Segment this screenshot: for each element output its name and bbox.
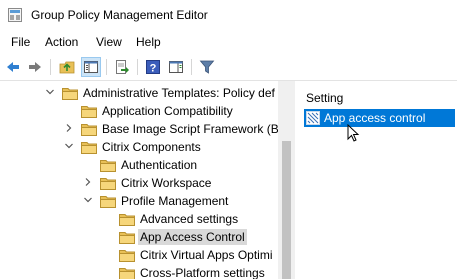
tree-item[interactable]: Application Compatibility xyxy=(0,102,293,120)
properties-pane-icon xyxy=(169,61,183,73)
show-hide-tree-icon xyxy=(84,61,98,73)
scrollbar-thumb[interactable] xyxy=(282,141,291,279)
setting-row-selected[interactable]: App access control xyxy=(304,109,455,127)
filter-button[interactable] xyxy=(197,57,217,77)
tree-item[interactable]: Administrative Templates: Policy def xyxy=(0,84,293,102)
tree-item[interactable]: Advanced settings xyxy=(0,210,293,228)
tree-item-label: App Access Control xyxy=(138,229,247,245)
chevron-down-icon[interactable] xyxy=(83,195,93,205)
tree-item-label: Authentication xyxy=(121,158,198,172)
folder-icon xyxy=(119,250,135,262)
folder-icon xyxy=(100,178,116,190)
export-list-icon xyxy=(116,60,129,74)
folder-icon xyxy=(62,88,78,100)
console-tree[interactable]: Administrative Templates: Policy def App… xyxy=(0,81,294,279)
chevron-down-icon[interactable] xyxy=(45,87,55,97)
chevron-right-icon[interactable] xyxy=(83,177,93,187)
svg-text:?: ? xyxy=(150,63,157,75)
column-header-setting[interactable]: Setting xyxy=(306,91,343,105)
settings-list-pane: Setting App access control xyxy=(298,81,457,279)
tree-item[interactable]: Citrix Virtual Apps Optimi xyxy=(0,246,293,264)
folder-icon xyxy=(81,142,97,154)
properties-pane-button[interactable] xyxy=(166,57,186,77)
tree-item[interactable]: Authentication xyxy=(0,156,293,174)
folder-icon xyxy=(100,196,116,208)
toolbar-separator xyxy=(106,59,107,75)
forward-button[interactable] xyxy=(25,57,45,77)
tree-item-label: Profile Management xyxy=(121,194,229,208)
tree-item[interactable]: Citrix Workspace xyxy=(0,174,293,192)
up-level-button[interactable] xyxy=(57,57,77,77)
menu-help[interactable]: Help xyxy=(136,35,161,49)
mouse-cursor-icon xyxy=(347,124,360,142)
tree-item[interactable]: Cross-Platform settings xyxy=(0,264,293,279)
toolbar-separator xyxy=(50,59,51,75)
folder-icon xyxy=(81,106,97,118)
chevron-right-icon[interactable] xyxy=(64,123,74,133)
tree-item[interactable]: Profile Management xyxy=(0,192,293,210)
toolbar-separator xyxy=(137,59,138,75)
tree-item-label: Administrative Templates: Policy def xyxy=(83,86,275,100)
show-hide-tree-button[interactable] xyxy=(81,57,101,77)
folder-icon xyxy=(119,268,135,279)
tree-item-label: Citrix Components xyxy=(102,140,201,154)
title-bar: Group Policy Management Editor xyxy=(0,0,457,30)
help-button[interactable]: ? xyxy=(143,57,163,77)
folder-icon xyxy=(81,124,97,136)
tree-item[interactable]: Citrix Components xyxy=(0,138,293,156)
tree-item-label: Application Compatibility xyxy=(102,104,233,118)
group-policy-app-icon xyxy=(8,8,22,22)
chevron-down-icon[interactable] xyxy=(64,141,74,151)
toolbar: ? xyxy=(0,54,457,80)
help-icon: ? xyxy=(146,60,160,75)
tree-item-label: Citrix Workspace xyxy=(121,176,212,190)
forward-arrow-icon xyxy=(29,62,41,72)
tree-item-label: Advanced settings xyxy=(140,212,239,226)
tree-item[interactable]: Base Image Script Framework (BI xyxy=(0,120,293,138)
menu-view[interactable]: View xyxy=(96,35,122,49)
window-title: Group Policy Management Editor xyxy=(31,8,208,22)
back-button[interactable] xyxy=(3,57,23,77)
setting-label: App access control xyxy=(324,111,426,125)
tree-item-label: Cross-Platform settings xyxy=(140,266,265,279)
toolbar-separator xyxy=(191,59,192,75)
back-arrow-icon xyxy=(7,62,19,72)
menu-file[interactable]: File xyxy=(11,35,30,49)
filter-icon xyxy=(199,60,215,74)
tree-vertical-scrollbar[interactable] xyxy=(278,81,295,279)
folder-icon xyxy=(119,214,135,226)
folder-icon xyxy=(100,160,116,172)
tree-item-label: Base Image Script Framework (BI xyxy=(102,122,283,136)
up-folder-icon xyxy=(59,61,75,74)
tree-item-label: Citrix Virtual Apps Optimi xyxy=(140,248,273,262)
export-list-button[interactable] xyxy=(112,57,132,77)
policy-setting-icon xyxy=(306,111,320,125)
folder-icon xyxy=(119,232,135,244)
menu-bar: File Action View Help xyxy=(0,32,457,52)
tree-item-selected[interactable]: App Access Control xyxy=(0,228,293,246)
menu-action[interactable]: Action xyxy=(45,35,78,49)
